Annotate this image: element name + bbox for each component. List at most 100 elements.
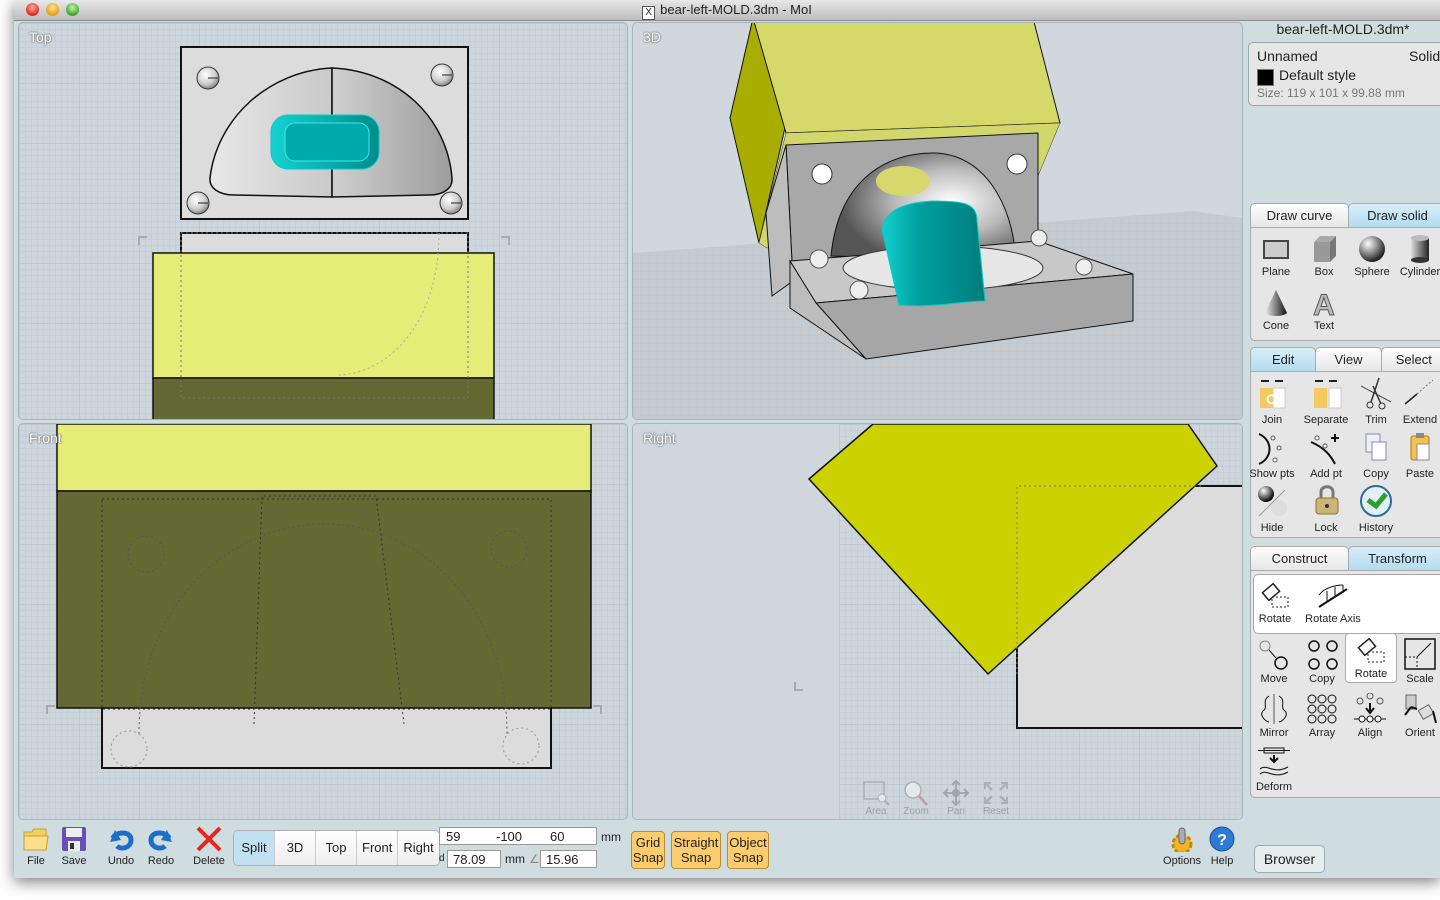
undo-button-label: Undo <box>107 855 135 867</box>
side-panel: bear-left-MOLD.3dm* Unnamed Solid Defaul… <box>1246 20 1440 878</box>
nav-reset-button[interactable]: Reset <box>979 780 1013 817</box>
tab-view[interactable]: View <box>1315 347 1382 371</box>
tool-trim[interactable]: Trim <box>1351 376 1401 426</box>
nav-zoom-button[interactable]: Zoom <box>899 780 933 817</box>
options-button[interactable]: Options <box>1160 826 1204 867</box>
tool-hide[interactable]: Hide <box>1247 484 1297 534</box>
viewport-right-label[interactable]: Right <box>643 430 676 446</box>
tool-join[interactable]: C Join <box>1247 376 1297 426</box>
show-points-icon <box>1258 433 1282 465</box>
tool-extend[interactable]: Extend <box>1395 376 1440 426</box>
angle-field[interactable]: 15.96 <box>540 850 597 868</box>
tool-show-points[interactable]: Show pts <box>1247 430 1297 480</box>
cone-icon <box>1265 290 1287 316</box>
viewport-top-label[interactable]: Top <box>29 29 52 45</box>
flyout-rotate-axis[interactable]: Rotate Axis <box>1298 583 1368 625</box>
app-window: Xbear-left-MOLD.3dm - MoI Top 3D Front R… <box>14 0 1440 878</box>
tool-add-point-label: Add pt <box>1310 468 1342 480</box>
tab-draw-solid[interactable]: Draw solid <box>1348 203 1440 227</box>
tab-edit[interactable]: Edit <box>1250 347 1317 371</box>
tool-cylinder[interactable]: Cylinder <box>1395 234 1440 278</box>
tool-cone-label: Cone <box>1262 320 1290 332</box>
tool-box[interactable]: Box <box>1299 234 1349 278</box>
tool-box-label: Box <box>1314 266 1334 278</box>
object-snap-toggle[interactable]: Object Snap <box>727 831 769 869</box>
view-3d-button[interactable]: 3D <box>275 831 316 865</box>
tab-draw-curve[interactable]: Draw curve <box>1250 203 1349 227</box>
grid-snap-line1: Grid <box>635 835 661 850</box>
distance-value: 78.09 <box>453 852 486 867</box>
object-name[interactable]: Unnamed <box>1257 48 1318 64</box>
copy-transform-icon <box>1308 640 1338 670</box>
view-right-button[interactable]: Right <box>398 831 439 865</box>
tool-array[interactable]: Array <box>1297 693 1347 739</box>
tool-lock[interactable]: Lock <box>1301 484 1351 534</box>
tool-plane[interactable]: Plane <box>1251 234 1301 278</box>
join-icon: C <box>1260 380 1286 409</box>
tool-paste[interactable]: Paste <box>1395 430 1440 480</box>
tool-orient[interactable]: Orient <box>1395 693 1440 739</box>
box-icon <box>1314 236 1336 262</box>
help-button[interactable]: ? Help <box>1200 826 1244 867</box>
distance-field[interactable]: 78.09 <box>447 850 501 868</box>
browser-button[interactable]: Browser <box>1254 845 1325 873</box>
red-x-icon <box>196 826 222 852</box>
tool-paste-label: Paste <box>1405 468 1435 480</box>
tool-history[interactable]: History <box>1351 484 1401 534</box>
undo-arrow-icon <box>110 830 134 851</box>
tool-mirror[interactable]: Mirror <box>1249 693 1299 739</box>
viewport-front-label[interactable]: Front <box>29 430 62 446</box>
angle-value: 15.96 <box>546 852 579 867</box>
tool-mirror-label: Mirror <box>1259 727 1289 739</box>
tool-align-label: Align <box>1357 727 1383 739</box>
xyz-coordinate-field[interactable]: 59 -100 60 <box>439 827 597 845</box>
tool-align[interactable]: Align <box>1345 693 1395 739</box>
text-icon: A <box>1313 289 1336 319</box>
undo-button[interactable]: Undo <box>99 826 143 867</box>
viewport-3d[interactable]: 3D <box>632 22 1243 420</box>
separate-icon <box>1314 380 1342 409</box>
redo-button[interactable]: Redo <box>139 826 183 867</box>
tool-text[interactable]: A Text <box>1299 288 1349 333</box>
straight-snap-toggle[interactable]: Straight Snap <box>671 831 721 869</box>
tool-sphere-label: Sphere <box>1354 266 1390 278</box>
viewport-3d-label[interactable]: 3D <box>643 29 661 45</box>
nav-area-button[interactable]: Area <box>859 780 893 817</box>
rotate-flyout: Rotate Rotate Axis <box>1253 574 1440 634</box>
tool-separate[interactable]: Separate <box>1301 376 1351 426</box>
save-button[interactable]: Save <box>52 826 96 867</box>
tool-scale[interactable]: Scale <box>1395 637 1440 685</box>
grid-snap-toggle[interactable]: Grid Snap <box>631 831 665 869</box>
tool-copy-transform[interactable]: Copy <box>1297 639 1347 685</box>
object-snap-line2: Snap <box>732 850 764 865</box>
edit-tools: C Join Separate Trim Extend Show pts Add <box>1247 371 1440 538</box>
flyout-rotate[interactable]: Rotate <box>1250 583 1300 625</box>
view-split-button[interactable]: Split <box>234 831 275 865</box>
object-style[interactable]: Default style <box>1279 67 1356 83</box>
style-color-swatch[interactable] <box>1257 69 1274 86</box>
tool-move-label: Move <box>1260 673 1288 685</box>
grid-snap-line2: Snap <box>632 850 664 865</box>
coord-y: -100 <box>496 829 523 844</box>
tool-deform[interactable]: Deform <box>1249 747 1299 793</box>
mold-lower-block-front-view <box>101 703 552 769</box>
viewport-top[interactable]: Top <box>18 22 628 420</box>
tab-select[interactable]: Select <box>1380 347 1440 371</box>
tool-hide-label: Hide <box>1260 522 1284 534</box>
array-icon <box>1307 694 1337 724</box>
viewport-right[interactable]: Right Area Zoom Pan Reset <box>632 423 1243 820</box>
tool-cone[interactable]: Cone <box>1251 288 1301 332</box>
view-front-button[interactable]: Front <box>357 831 399 865</box>
tab-construct[interactable]: Construct <box>1250 546 1349 570</box>
tool-rotate[interactable]: Rotate <box>1345 633 1397 683</box>
nav-pan-button[interactable]: Pan <box>939 780 973 817</box>
viewport-front[interactable]: Front <box>18 423 628 820</box>
tool-copy[interactable]: Copy <box>1351 430 1401 480</box>
tool-move[interactable]: Move <box>1249 639 1299 685</box>
delete-button[interactable]: Delete <box>187 826 231 867</box>
redo-button-label: Redo <box>147 855 175 867</box>
tool-sphere[interactable]: Sphere <box>1347 234 1397 278</box>
view-top-button[interactable]: Top <box>316 831 357 865</box>
tab-transform[interactable]: Transform <box>1348 546 1440 570</box>
tool-add-point[interactable]: Add pt <box>1301 430 1351 480</box>
